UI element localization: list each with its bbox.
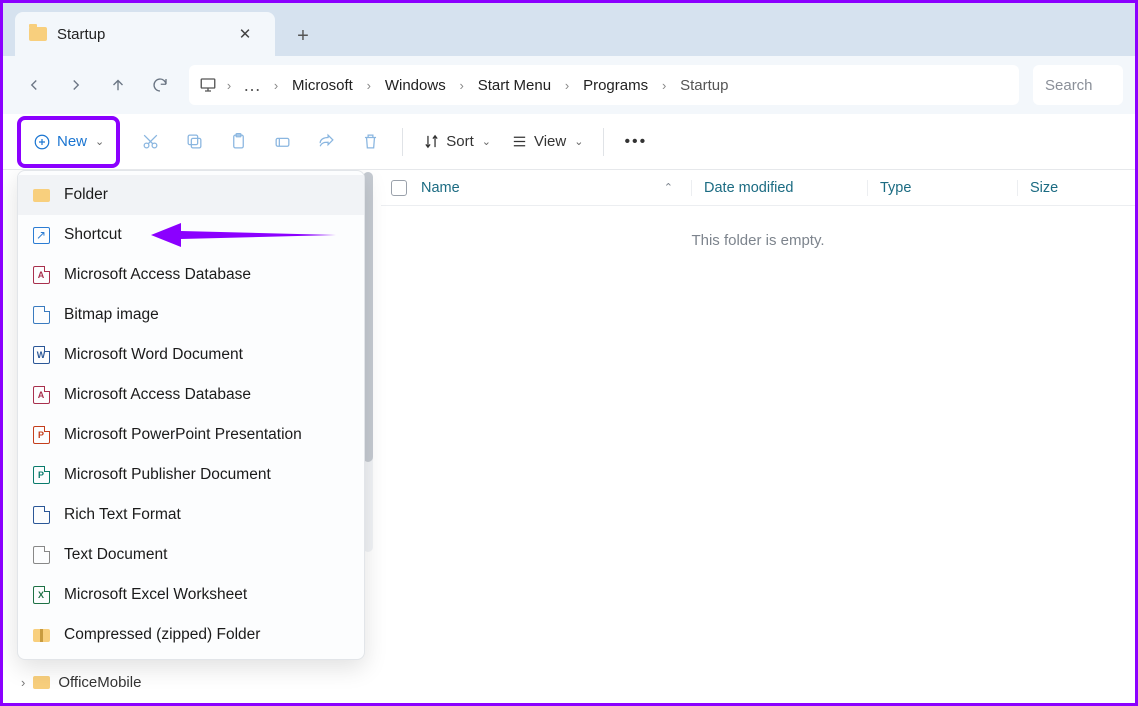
this-pc-icon: [197, 74, 219, 96]
annotation-highlight: New ⌄: [17, 116, 120, 168]
sort-indicator-icon: ⌃: [664, 181, 673, 194]
breadcrumb-current[interactable]: Startup: [674, 77, 734, 94]
new-menu-item-shortcut[interactable]: ↗Shortcut: [18, 215, 364, 255]
back-button[interactable]: [15, 66, 53, 104]
breadcrumb-overflow[interactable]: …: [239, 75, 266, 96]
more-button[interactable]: •••: [616, 133, 655, 151]
new-menu-item-access[interactable]: AMicrosoft Access Database: [18, 255, 364, 295]
new-menu-item-folder[interactable]: Folder: [18, 175, 364, 215]
xls-icon: X: [32, 586, 50, 604]
new-button[interactable]: New ⌄: [23, 122, 114, 162]
view-button[interactable]: View ⌄: [503, 133, 591, 150]
breadcrumb-seg[interactable]: Start Menu: [472, 77, 557, 94]
column-type[interactable]: Type: [867, 180, 1017, 196]
empty-folder-message: This folder is empty.: [381, 232, 1135, 249]
breadcrumb[interactable]: › … › Microsoft › Windows › Start Menu ›…: [189, 65, 1019, 105]
ppt-icon: P: [32, 426, 50, 444]
select-all-checkbox[interactable]: [391, 180, 407, 196]
new-menu-item-pub[interactable]: PMicrosoft Publisher Document: [18, 455, 364, 495]
bitmap-icon: [32, 306, 50, 324]
new-button-label: New: [57, 133, 87, 150]
access-icon: A: [32, 266, 50, 284]
new-menu-item-ppt[interactable]: PMicrosoft PowerPoint Presentation: [18, 415, 364, 455]
copy-button[interactable]: [174, 122, 214, 162]
zip-icon: [32, 626, 50, 644]
chevron-right-icon: ›: [219, 78, 239, 93]
access-icon: A: [32, 386, 50, 404]
new-context-menu: Folder↗ShortcutAMicrosoft Access Databas…: [17, 170, 365, 660]
new-menu-item-rtf[interactable]: Rich Text Format: [18, 495, 364, 535]
file-list-pane: Name⌃ Date modified Type Size This folde…: [381, 170, 1135, 703]
new-menu-item-access[interactable]: AMicrosoft Access Database: [18, 375, 364, 415]
txt-icon: [32, 546, 50, 564]
close-tab-button[interactable]: ✕: [229, 18, 261, 50]
new-menu-item-zip[interactable]: Compressed (zipped) Folder: [18, 615, 364, 655]
chevron-down-icon: ⌄: [95, 135, 104, 148]
delete-button[interactable]: [350, 122, 390, 162]
folder-icon: [33, 676, 50, 689]
share-button[interactable]: [306, 122, 346, 162]
breadcrumb-seg[interactable]: Programs: [577, 77, 654, 94]
refresh-button[interactable]: [141, 66, 179, 104]
paste-button[interactable]: [218, 122, 258, 162]
command-bar: New ⌄ Sort ⌄ View ⌄ •••: [3, 114, 1135, 170]
tab-startup[interactable]: Startup ✕: [15, 12, 275, 56]
forward-button[interactable]: [57, 66, 95, 104]
word-icon: W: [32, 346, 50, 364]
column-name[interactable]: Name⌃: [421, 180, 691, 196]
shortcut-icon: ↗: [32, 226, 50, 244]
new-menu-item-word[interactable]: WMicrosoft Word Document: [18, 335, 364, 375]
column-date[interactable]: Date modified: [691, 180, 867, 196]
nav-tree-item[interactable]: › OfficeMobile: [21, 674, 141, 691]
tab-bar: Startup ✕ +: [3, 3, 1135, 56]
pub-icon: P: [32, 466, 50, 484]
rtf-icon: [32, 506, 50, 524]
breadcrumb-seg[interactable]: Windows: [379, 77, 452, 94]
chevron-down-icon: ⌄: [574, 135, 583, 148]
sort-button[interactable]: Sort ⌄: [415, 133, 499, 150]
chevron-right-icon: ›: [21, 675, 25, 690]
cut-button[interactable]: [130, 122, 170, 162]
tab-title: Startup: [57, 26, 229, 43]
column-headers: Name⌃ Date modified Type Size: [381, 170, 1135, 206]
breadcrumb-seg[interactable]: Microsoft: [286, 77, 359, 94]
rename-button[interactable]: [262, 122, 302, 162]
address-bar-row: › … › Microsoft › Windows › Start Menu ›…: [3, 56, 1135, 114]
new-menu-item-txt[interactable]: Text Document: [18, 535, 364, 575]
column-size[interactable]: Size: [1017, 180, 1058, 196]
folder-icon: [29, 27, 47, 41]
chevron-down-icon: ⌄: [482, 135, 491, 148]
new-tab-button[interactable]: +: [283, 16, 323, 56]
search-input[interactable]: Search: [1033, 65, 1123, 105]
new-menu-item-xls[interactable]: XMicrosoft Excel Worksheet: [18, 575, 364, 615]
folder-icon: [32, 186, 50, 204]
up-button[interactable]: [99, 66, 137, 104]
new-menu-item-bitmap[interactable]: Bitmap image: [18, 295, 364, 335]
